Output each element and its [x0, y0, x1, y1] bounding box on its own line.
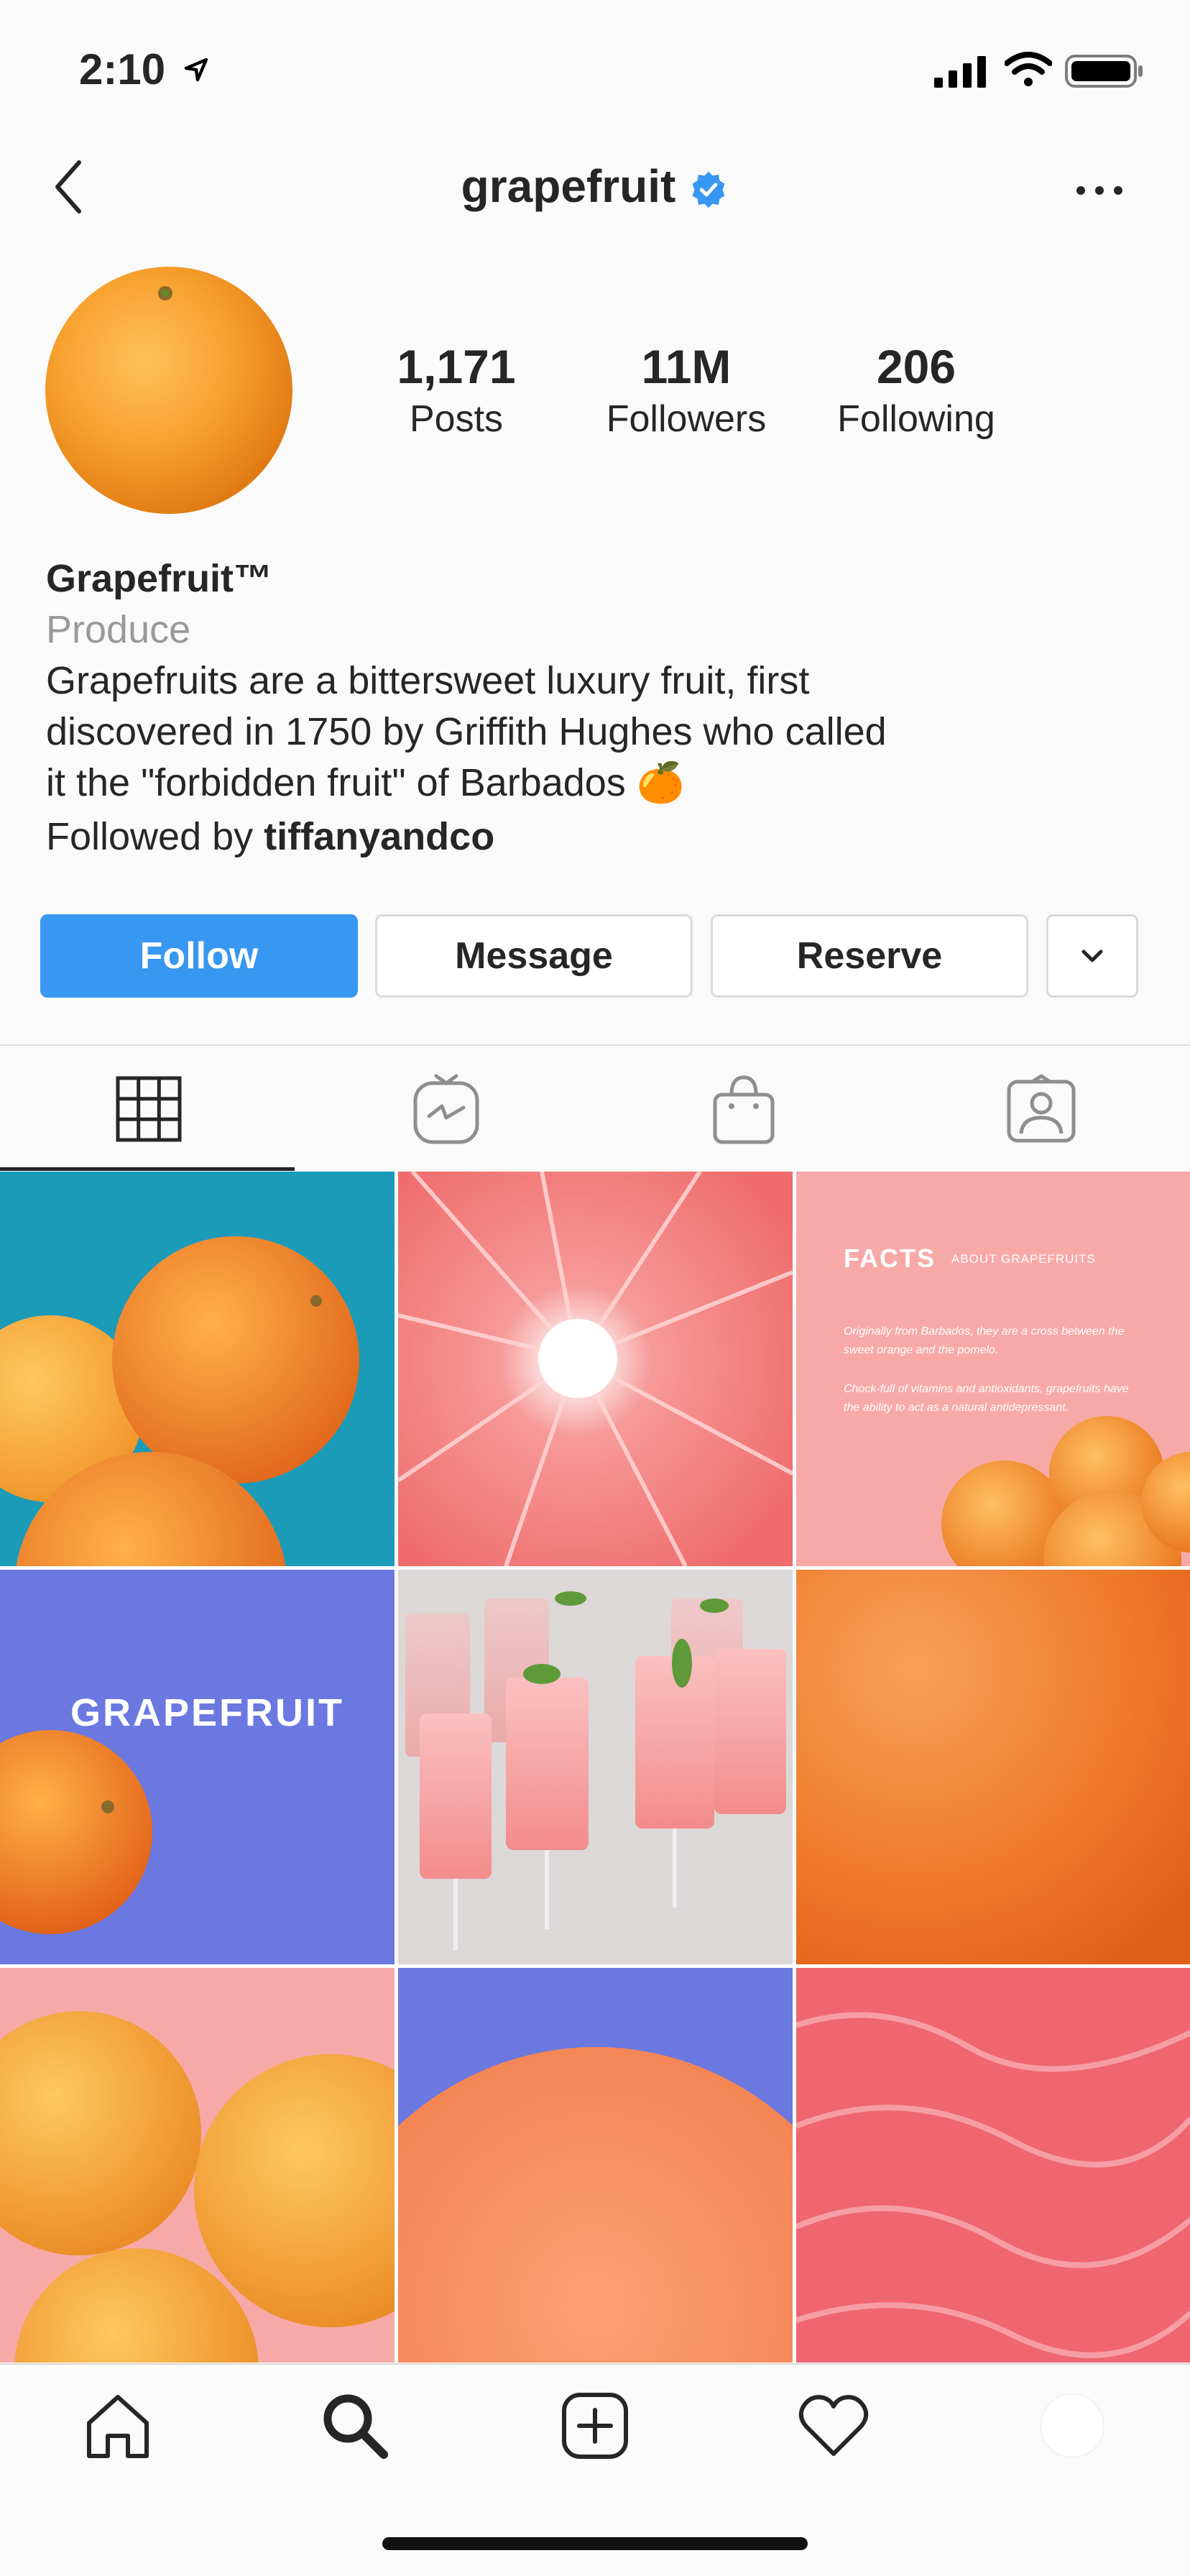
reserve-button-label: Reserve [796, 935, 943, 977]
tab-tagged[interactable] [892, 1048, 1190, 1170]
search-icon [323, 2394, 388, 2459]
nav-activity[interactable] [776, 2372, 891, 2480]
chevron-down-icon [1081, 949, 1103, 962]
profile-avatar-large[interactable] [43, 264, 295, 516]
bio-line: discovered in 1750 by Griffith Hughes wh… [46, 710, 887, 753]
bio-line: it the "forbidden fruit" of Barbados 🍊 [46, 761, 686, 804]
suggestions-dropdown-button[interactable] [1046, 914, 1138, 998]
posts-count[interactable]: 1,171 Posts [370, 338, 543, 443]
post-thumbnail[interactable] [0, 1172, 395, 1566]
tab-grid[interactable] [0, 1048, 298, 1170]
nav-search[interactable] [298, 2372, 412, 2480]
nav-new-post[interactable] [538, 2372, 652, 2480]
posts-grid: FACTS ABOUT GRAPEFRUITS Originally from … [0, 1172, 1190, 2365]
post-thumbnail[interactable]: GRAPEFRUIT [0, 1570, 395, 1964]
post-thumbnail[interactable] [398, 1570, 793, 1964]
igtv-icon [413, 1074, 479, 1144]
reserve-button[interactable]: Reserve [711, 914, 1028, 998]
follow-button-label: Follow [139, 935, 259, 977]
display-name: Grapefruit™ [46, 557, 273, 600]
bio-line: Grapefruits are a bittersweet luxury fru… [46, 659, 810, 702]
heart-icon [798, 2395, 869, 2456]
home-icon [87, 2395, 149, 2458]
post-thumbnail[interactable] [796, 1570, 1190, 1964]
wifi-icon [1005, 52, 1052, 86]
profile-avatar [1040, 2393, 1104, 2458]
tab-shop[interactable] [595, 1048, 892, 1170]
post-thumbnail[interactable] [0, 1968, 395, 2363]
location-arrow-icon [184, 58, 208, 82]
tab-igtv[interactable] [298, 1048, 595, 1170]
username-text: grapefruit [461, 160, 676, 212]
page-title: grapefruit [0, 160, 1190, 213]
followers-count-label: Followers [606, 398, 767, 440]
posts-count-label: Posts [409, 398, 504, 440]
shopping-bag-icon [713, 1075, 775, 1144]
post-thumbnail[interactable] [398, 1968, 793, 2363]
followed-by: Followed by tiffanyandco [46, 811, 1138, 862]
followers-count[interactable]: 11M Followers [589, 338, 783, 443]
following-count[interactable]: 206 Following [816, 338, 1017, 443]
status-time: 2:10 [79, 45, 211, 94]
posts-count-value: 1,171 [397, 340, 516, 393]
post-thumbnail[interactable] [796, 1968, 1190, 2363]
verified-badge-icon [688, 170, 729, 210]
active-tab-indicator [0, 1167, 295, 1171]
tagged-person-icon [1007, 1075, 1076, 1143]
followed-by-prefix: Followed by [46, 815, 254, 858]
follow-button[interactable]: Follow [40, 914, 358, 998]
post-thumbnail[interactable] [398, 1172, 793, 1566]
more-options-icon[interactable] [1071, 180, 1128, 201]
battery-icon [1065, 55, 1143, 88]
grid-icon [116, 1076, 182, 1142]
time-text: 2:10 [79, 45, 166, 93]
post-thumbnail[interactable]: FACTS ABOUT GRAPEFRUITS Originally from … [796, 1172, 1190, 1566]
home-indicator [382, 2537, 808, 2550]
nav-home[interactable] [60, 2372, 175, 2480]
following-count-value: 206 [876, 340, 956, 393]
message-button-label: Message [455, 935, 613, 977]
followers-count-value: 11M [641, 340, 732, 393]
following-count-label: Following [837, 398, 995, 440]
tabs-divider [0, 1044, 1190, 1046]
followed-by-user-link[interactable]: tiffanyandco [264, 815, 494, 858]
signal-icon [934, 56, 986, 88]
nav-profile[interactable] [1015, 2372, 1130, 2480]
new-post-icon [562, 2393, 628, 2459]
category-label: Produce [46, 608, 191, 651]
profile-bio: Grapefruit™ Produce Grapefruits are a bi… [46, 553, 1138, 862]
message-button[interactable]: Message [375, 914, 693, 998]
